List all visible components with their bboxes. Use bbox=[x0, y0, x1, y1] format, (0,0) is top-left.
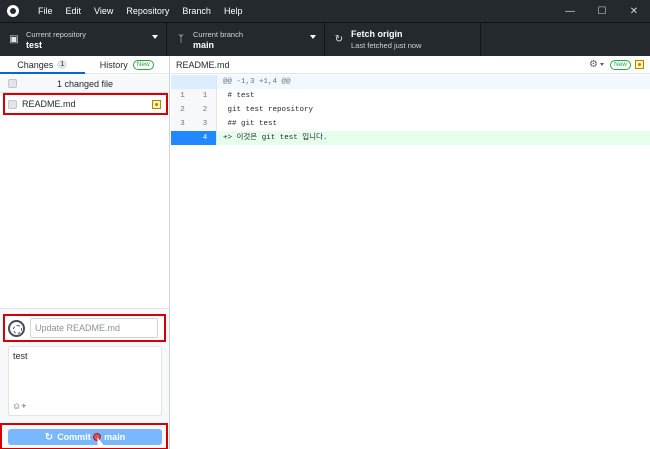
diff-line-text: +> 이것은 git test 입니다. bbox=[223, 134, 328, 142]
file-name: README.md bbox=[22, 99, 76, 109]
changed-files-count: 1 changed file bbox=[56, 78, 114, 89]
new-line-number: 3 bbox=[194, 117, 217, 131]
gear-icon[interactable]: ⚙ bbox=[589, 59, 598, 70]
old-line-number bbox=[171, 131, 194, 145]
menu-help[interactable]: Help bbox=[218, 0, 249, 22]
diff-view: @@ -1,3 +1,4 @@ 1 1 # test 2 2 git test … bbox=[171, 75, 650, 145]
fetch-origin-button[interactable]: ↻ Fetch origin Last fetched just now bbox=[325, 23, 481, 56]
commit-summary-row bbox=[3, 314, 166, 342]
tab-history[interactable]: History New bbox=[85, 56, 170, 73]
list-item[interactable]: README.md bbox=[3, 93, 168, 115]
current-branch-button[interactable]: ᛉ Current branch main bbox=[167, 23, 325, 56]
modified-icon bbox=[152, 99, 161, 109]
sidebar-tabs: Changes 1 History New bbox=[0, 56, 169, 74]
branch-label: Current branch bbox=[193, 29, 244, 39]
window-controls: — ☐ ✕ bbox=[554, 0, 650, 22]
menu-bar: File Edit View Repository Branch Help bbox=[32, 0, 249, 22]
commit-panel: test ☺+ ↻ Commit to main bbox=[0, 308, 169, 449]
menu-repository[interactable]: Repository bbox=[120, 0, 175, 22]
new-badge: New bbox=[132, 59, 154, 70]
hunk-header[interactable]: @@ -1,3 +1,4 @@ bbox=[171, 75, 650, 89]
repo-icon: ▣ bbox=[9, 34, 19, 45]
menu-file[interactable]: File bbox=[32, 0, 59, 22]
old-line-number: 2 bbox=[171, 103, 194, 117]
diff-line[interactable]: 1 1 # test bbox=[171, 89, 650, 103]
changes-header: 1 changed file bbox=[0, 75, 169, 93]
sync-icon: ↻ bbox=[334, 34, 344, 45]
commit-description-text: test bbox=[13, 351, 28, 361]
title-bar: File Edit View Repository Branch Help — … bbox=[0, 0, 650, 22]
fetch-sub: Last fetched just now bbox=[351, 40, 422, 50]
select-all-checkbox[interactable] bbox=[8, 79, 17, 88]
diff-header: README.md ⚙ New bbox=[171, 56, 650, 74]
diff-line-added[interactable]: 4 +> 이것은 git test 입니다. bbox=[171, 131, 650, 145]
new-badge: New bbox=[609, 59, 631, 70]
diff-file-name: README.md bbox=[176, 59, 230, 70]
maximize-icon[interactable]: ☐ bbox=[586, 0, 618, 22]
menu-edit[interactable]: Edit bbox=[60, 0, 88, 22]
tab-changes[interactable]: Changes 1 bbox=[0, 56, 85, 74]
old-line-number: 3 bbox=[171, 117, 194, 131]
commit-button-highlight: ↻ Commit to main bbox=[0, 423, 168, 449]
commit-description-field[interactable]: test bbox=[8, 346, 162, 416]
commit-button[interactable]: ↻ Commit to main bbox=[8, 429, 162, 445]
repo-label: Current repository bbox=[26, 29, 87, 39]
add-coauthor-icon[interactable]: ☺+ bbox=[12, 401, 26, 411]
avatar bbox=[8, 319, 25, 337]
diff-line-text: git test repository bbox=[223, 106, 314, 114]
repo-value: test bbox=[26, 39, 43, 50]
changes-count-badge: 1 bbox=[57, 60, 68, 69]
mouse-cursor-icon bbox=[93, 433, 101, 441]
diff-line[interactable]: 2 2 git test repository bbox=[171, 103, 650, 117]
changes-sidebar: Changes 1 History New 1 changed file REA… bbox=[0, 56, 170, 449]
branch-icon: ᛉ bbox=[178, 34, 184, 45]
sync-icon: ↻ bbox=[44, 431, 54, 443]
chevron-down-icon bbox=[152, 35, 158, 39]
menu-branch[interactable]: Branch bbox=[176, 0, 217, 22]
branch-value: main bbox=[193, 39, 215, 50]
tab-changes-label: Changes bbox=[17, 59, 54, 70]
minimize-icon[interactable]: — bbox=[554, 0, 586, 22]
close-icon[interactable]: ✕ bbox=[618, 0, 650, 22]
menu-view[interactable]: View bbox=[88, 0, 119, 22]
fetch-label: Fetch origin bbox=[351, 28, 403, 39]
current-repository-button[interactable]: ▣ Current repository test bbox=[0, 23, 167, 56]
chevron-down-icon[interactable] bbox=[599, 63, 604, 66]
new-line-number: 2 bbox=[194, 103, 217, 117]
old-line-number: 1 bbox=[171, 89, 194, 103]
diff-pane: README.md ⚙ New @@ -1,3 +1,4 @@ 1 1 # te… bbox=[171, 56, 650, 449]
commit-summary-input[interactable] bbox=[30, 318, 158, 338]
tab-history-label: History bbox=[99, 59, 128, 70]
diff-line[interactable]: 3 3 ## git test bbox=[171, 117, 650, 131]
github-logo-icon bbox=[7, 5, 19, 17]
commit-button-label: Commit to main bbox=[57, 432, 126, 442]
modified-icon bbox=[635, 60, 644, 69]
toolbar: ▣ Current repository test ᛉ Current bran… bbox=[0, 22, 650, 56]
diff-line-text: ## git test bbox=[223, 120, 278, 128]
file-checkbox[interactable] bbox=[8, 99, 17, 109]
new-line-number[interactable]: 4 bbox=[194, 131, 217, 145]
hunk-header-text: @@ -1,3 +1,4 @@ bbox=[223, 78, 291, 86]
chevron-down-icon bbox=[310, 35, 316, 39]
diff-line-text: # test bbox=[223, 92, 255, 100]
new-line-number: 1 bbox=[194, 89, 217, 103]
